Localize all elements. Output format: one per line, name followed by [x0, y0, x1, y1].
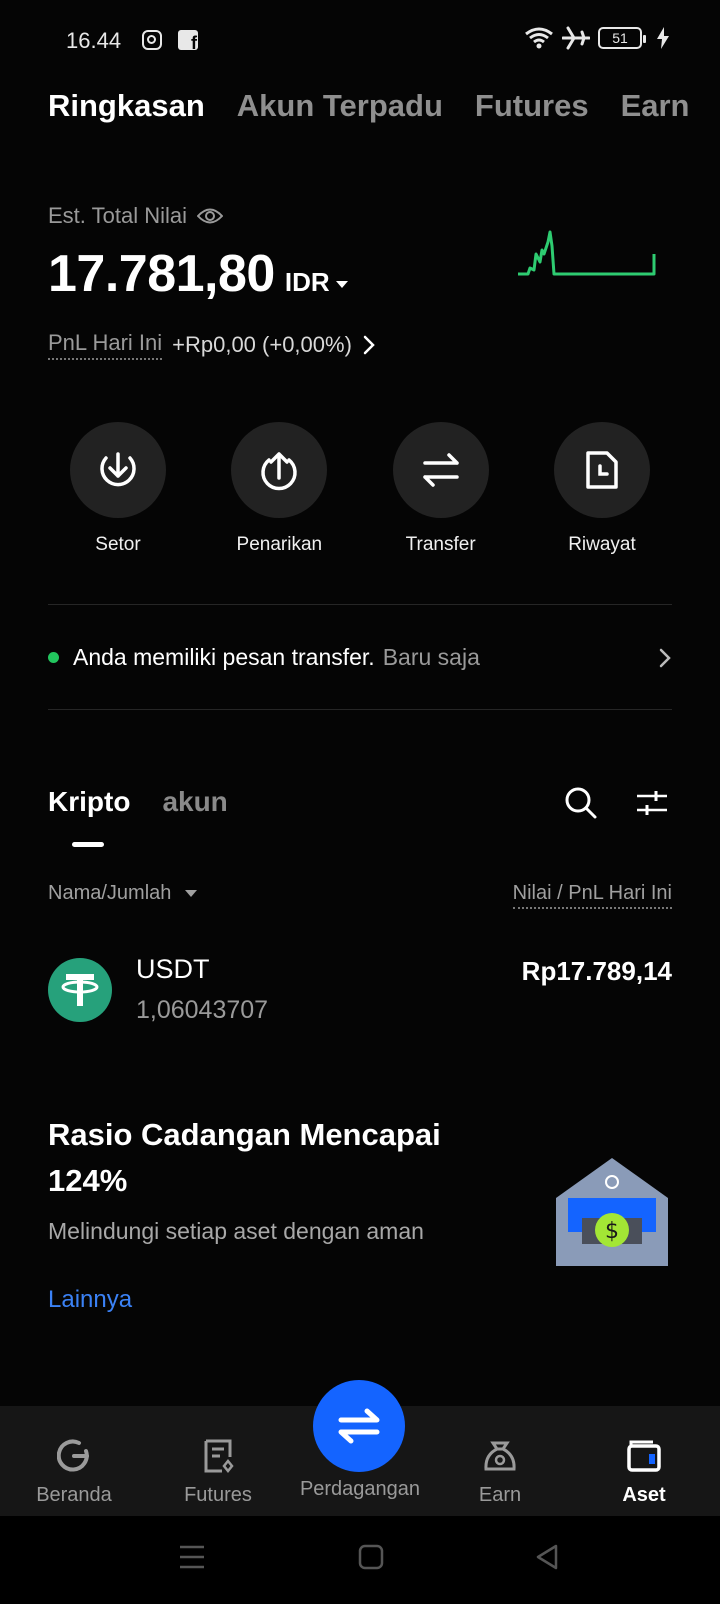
search-icon[interactable]	[564, 786, 598, 820]
usdt-logo-icon	[48, 958, 112, 1022]
nav-label-perdagangan[interactable]: Perdagangan	[0, 1478, 720, 1501]
divider	[48, 709, 672, 710]
tab-earn[interactable]: Earn	[621, 88, 690, 124]
back-icon[interactable]	[534, 1544, 560, 1570]
divider	[48, 604, 672, 605]
history-label: Riwayat	[568, 534, 636, 555]
asset-value: Rp17.789,14	[521, 956, 672, 986]
futures-icon	[202, 1438, 234, 1474]
list-header-left: Nama/Jumlah	[48, 882, 172, 904]
caret-down-icon	[335, 280, 348, 288]
airplane-icon	[562, 26, 590, 50]
transfer-notice[interactable]: Anda memiliki pesan transfer. Baru saja	[48, 644, 672, 671]
promo-link[interactable]: Lainnya	[48, 1286, 132, 1314]
transfer-icon	[392, 422, 489, 518]
top-tabs: Ringkasan Akun Terpadu Futures Earn	[48, 88, 690, 124]
currency-label: IDR	[284, 267, 330, 297]
system-nav-bar	[0, 1516, 720, 1604]
deposit-label: Setor	[95, 534, 141, 555]
active-tab-indicator	[72, 842, 104, 847]
asset-tabs: Kripto akun	[48, 786, 228, 818]
wifi-icon	[525, 27, 553, 49]
deposit-button[interactable]: Setor	[48, 422, 188, 556]
status-time: 16.44	[66, 28, 122, 53]
battery-level: 51	[612, 30, 628, 46]
eye-icon[interactable]	[196, 207, 223, 225]
chevron-right-icon	[659, 648, 671, 667]
sort-by-name[interactable]: Nama/Jumlah	[48, 882, 198, 905]
earn-icon	[483, 1438, 517, 1474]
caret-down-icon	[185, 890, 198, 897]
chevron-right-icon	[363, 335, 375, 355]
instagram-icon	[142, 30, 162, 50]
status-icons: 51	[524, 26, 670, 50]
deposit-icon	[70, 422, 166, 518]
history-button[interactable]: Riwayat	[532, 422, 672, 556]
svg-text:$: $	[605, 1219, 619, 1244]
tab-akun-terpadu[interactable]: Akun Terpadu	[237, 88, 443, 124]
wallet-icon	[627, 1438, 661, 1474]
asset-amount: 1,06043707	[136, 996, 269, 1024]
trade-fab-button[interactable]	[313, 1380, 405, 1472]
history-icon	[553, 422, 650, 518]
currency-selector[interactable]: IDR	[285, 267, 348, 298]
status-dot	[48, 652, 59, 663]
asset-name[interactable]: USDT	[136, 954, 210, 985]
balance-value: 17.781,80	[48, 245, 275, 303]
withdraw-button[interactable]: Penarikan	[209, 422, 349, 556]
est-total-label: Est. Total Nilai	[48, 203, 187, 228]
bank-reserve-icon: $	[556, 1158, 668, 1266]
balance-sparkline	[518, 230, 656, 276]
withdraw-icon	[231, 422, 328, 518]
tab-akun[interactable]: akun	[162, 786, 227, 818]
promo-subtitle: Melindungi setiap aset dengan aman	[48, 1218, 424, 1244]
quick-actions: Setor Penarikan Transfer Riwayat	[48, 422, 672, 556]
promo-title: Rasio Cadangan Mencapai 124%	[48, 1117, 441, 1198]
list-header-right[interactable]: Nilai / PnL Hari Ini	[512, 882, 672, 909]
withdraw-label: Penarikan	[236, 534, 323, 555]
pnl-row[interactable]: PnL Hari Ini +Rp0,00 (+0,00%)	[48, 330, 376, 360]
est-total-label-row: Est. Total Nilai	[48, 203, 223, 229]
home-icon	[57, 1438, 91, 1474]
home-button-icon[interactable]	[358, 1544, 384, 1570]
filter-icon[interactable]	[636, 790, 668, 816]
tab-kripto[interactable]: Kripto	[48, 786, 130, 818]
trade-icon	[338, 1408, 380, 1444]
pnl-value: +Rp0,00 (+0,00%)	[172, 332, 352, 357]
battery-icon: 51	[598, 27, 646, 49]
tab-futures[interactable]: Futures	[475, 88, 589, 124]
notice-text: Anda memiliki pesan transfer.	[73, 644, 375, 670]
charging-icon	[657, 27, 669, 49]
menu-icon[interactable]	[178, 1544, 206, 1570]
pnl-label: PnL Hari Ini	[48, 330, 163, 360]
transfer-button[interactable]: Transfer	[371, 422, 511, 556]
notice-time: Baru saja	[382, 644, 480, 670]
transfer-label: Transfer	[405, 534, 476, 555]
balance-row: 17.781,80 IDR	[48, 244, 348, 304]
tab-ringkasan[interactable]: Ringkasan	[48, 88, 205, 124]
facebook-icon: f	[178, 30, 198, 52]
